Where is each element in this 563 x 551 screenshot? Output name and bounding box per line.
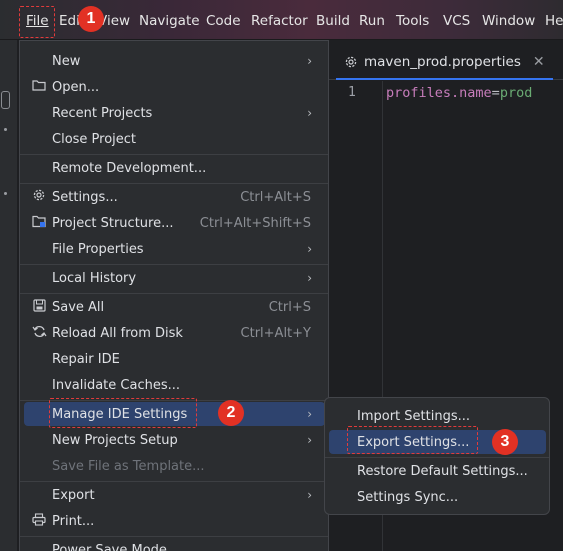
menu-window[interactable]: Window bbox=[482, 11, 535, 31]
menu-item-label: Repair IDE bbox=[52, 351, 120, 367]
line-number: 1 bbox=[348, 85, 356, 100]
left-tool-strip bbox=[0, 40, 18, 551]
tool-dot-icon bbox=[4, 128, 7, 131]
gear-icon bbox=[31, 188, 47, 206]
menu-item-label: Save All bbox=[52, 299, 105, 315]
menu-item-reload-all[interactable]: Reload All from Disk Ctrl+Alt+Y bbox=[24, 321, 325, 345]
submenu-item-label: Import Settings... bbox=[357, 408, 470, 424]
shortcut-label: Ctrl+Alt+Shift+S bbox=[199, 215, 311, 231]
annotation-badge-3: 3 bbox=[492, 429, 518, 455]
menu-item-new-projects-setup[interactable]: New Projects Setup › bbox=[24, 428, 325, 452]
menu-item-label: File Properties bbox=[52, 241, 144, 257]
editor-tab-bar: maven_prod.properties ✕ bbox=[328, 40, 563, 80]
menu-separator bbox=[20, 264, 328, 265]
code-value: prod bbox=[499, 85, 533, 101]
chevron-right-icon: › bbox=[307, 407, 312, 421]
menu-item-invalidate-caches[interactable]: Invalidate Caches... bbox=[24, 373, 325, 397]
menu-separator bbox=[20, 183, 328, 184]
menu-item-close-project[interactable]: Close Project bbox=[24, 127, 325, 151]
menu-item-label: Reload All from Disk bbox=[52, 325, 183, 341]
menu-item-label: Open... bbox=[52, 79, 100, 95]
menu-refactor[interactable]: Refactor bbox=[251, 11, 308, 31]
menu-item-recent-projects[interactable]: Recent Projects › bbox=[24, 101, 325, 125]
annotation-highlight-file bbox=[19, 6, 55, 38]
menu-vcs[interactable]: VCS bbox=[443, 11, 470, 31]
menu-item-local-history[interactable]: Local History › bbox=[24, 266, 325, 290]
menu-item-print[interactable]: Print... bbox=[24, 509, 325, 533]
menu-item-label: Project Structure... bbox=[52, 215, 174, 231]
menu-separator bbox=[20, 536, 328, 537]
tool-dot-icon bbox=[4, 192, 7, 195]
code-equals: = bbox=[491, 85, 500, 101]
menu-item-repair-ide[interactable]: Repair IDE bbox=[24, 347, 325, 371]
menu-item-save-all[interactable]: Save All Ctrl+S bbox=[24, 295, 325, 319]
editor-tab-title: maven_prod.properties bbox=[364, 54, 521, 70]
menu-item-label: Settings... bbox=[52, 189, 118, 205]
submenu-item-label: Restore Default Settings... bbox=[357, 463, 528, 479]
menu-separator bbox=[20, 293, 328, 294]
menu-item-export[interactable]: Export › bbox=[24, 483, 325, 507]
menu-item-remote-development[interactable]: Remote Development... bbox=[24, 156, 325, 180]
menu-item-label: Close Project bbox=[52, 131, 137, 147]
shortcut-label: Ctrl+Alt+Y bbox=[240, 325, 311, 341]
menu-item-label: Power Save Mode bbox=[52, 542, 167, 551]
editor-tab[interactable]: maven_prod.properties ✕ bbox=[336, 46, 553, 80]
menu-item-label: New Projects Setup bbox=[52, 432, 178, 448]
chevron-right-icon: › bbox=[307, 488, 312, 502]
menu-item-label: Invalidate Caches... bbox=[52, 377, 181, 393]
chevron-right-icon: › bbox=[307, 271, 312, 285]
chevron-right-icon: › bbox=[307, 433, 312, 447]
menu-separator bbox=[20, 481, 328, 482]
code-key: profiles.name bbox=[386, 85, 492, 101]
menu-run[interactable]: Run bbox=[359, 11, 385, 31]
gear-icon bbox=[345, 56, 357, 68]
menu-separator bbox=[325, 457, 549, 458]
file-menu: New › Open... Recent Projects › Close Pr… bbox=[19, 40, 329, 551]
menu-help[interactable]: Help bbox=[545, 11, 563, 31]
code-line[interactable]: profiles.name=prod bbox=[386, 85, 532, 101]
submenu-item-import-settings[interactable]: Import Settings... bbox=[329, 404, 546, 428]
menu-item-file-properties[interactable]: File Properties › bbox=[24, 237, 325, 261]
chevron-right-icon: › bbox=[307, 106, 312, 120]
folder-icon bbox=[31, 79, 47, 95]
reload-icon bbox=[31, 325, 47, 342]
menu-item-label: Recent Projects bbox=[52, 105, 153, 121]
printer-icon bbox=[31, 512, 47, 530]
save-icon bbox=[31, 298, 47, 316]
project-structure-icon bbox=[31, 215, 47, 232]
menu-item-label: Remote Development... bbox=[52, 160, 207, 176]
menu-tools[interactable]: Tools bbox=[396, 11, 429, 31]
project-tool-icon[interactable] bbox=[1, 91, 10, 109]
chevron-right-icon: › bbox=[307, 242, 312, 256]
menu-item-label: Print... bbox=[52, 513, 95, 529]
annotation-highlight-manage-ide bbox=[49, 398, 197, 428]
annotation-badge-1: 1 bbox=[78, 6, 104, 32]
shortcut-label: Ctrl+Alt+S bbox=[240, 189, 311, 205]
close-icon[interactable]: ✕ bbox=[533, 54, 545, 70]
menu-item-open[interactable]: Open... bbox=[24, 75, 325, 99]
menu-item-label: Save File as Template... bbox=[52, 458, 205, 474]
shortcut-label: Ctrl+S bbox=[268, 299, 311, 315]
menu-item-project-structure[interactable]: Project Structure... Ctrl+Alt+Shift+S bbox=[24, 211, 325, 235]
menu-item-settings[interactable]: Settings... Ctrl+Alt+S bbox=[24, 185, 325, 209]
menu-item-label: Export bbox=[52, 487, 95, 503]
manage-ide-settings-submenu: Import Settings... Export Settings... Re… bbox=[324, 397, 550, 515]
menu-item-save-file-as-template: Save File as Template... bbox=[24, 454, 325, 478]
menu-item-label: Local History bbox=[52, 270, 137, 286]
annotation-highlight-export-settings bbox=[347, 426, 478, 454]
menu-separator bbox=[20, 154, 328, 155]
menu-build[interactable]: Build bbox=[316, 11, 350, 31]
submenu-item-label: Settings Sync... bbox=[357, 489, 459, 505]
menu-code[interactable]: Code bbox=[206, 11, 241, 31]
chevron-right-icon: › bbox=[307, 54, 312, 68]
submenu-item-settings-sync[interactable]: Settings Sync... bbox=[329, 485, 546, 509]
menu-item-new[interactable]: New › bbox=[24, 49, 325, 73]
menu-navigate[interactable]: Navigate bbox=[139, 11, 200, 31]
annotation-badge-2: 2 bbox=[218, 400, 244, 426]
menu-item-power-save-mode[interactable]: Power Save Mode bbox=[24, 538, 325, 551]
submenu-item-restore-default-settings[interactable]: Restore Default Settings... bbox=[329, 459, 546, 483]
menu-item-label: New bbox=[52, 53, 81, 69]
